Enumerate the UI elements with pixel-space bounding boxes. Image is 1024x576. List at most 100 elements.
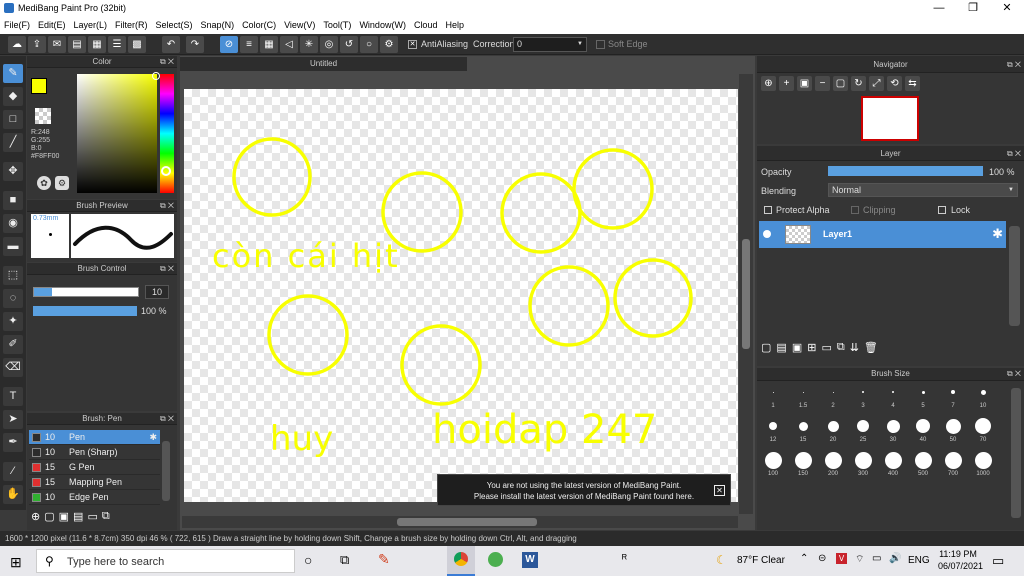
grid-icon[interactable]: ▩ (128, 36, 146, 53)
network-icon[interactable]: ⌔ (855, 553, 864, 566)
add-brush-icon[interactable]: ⊕ (31, 510, 40, 528)
brush-size-option[interactable]: 1.5 (789, 383, 817, 415)
brush-size-option[interactable]: 10 (969, 383, 997, 415)
weather-icon[interactable]: ☾ (716, 553, 727, 567)
lock-checkbox[interactable] (938, 206, 946, 214)
brush-size-option[interactable]: 200 (819, 451, 847, 483)
shape-tool-icon[interactable]: □ (3, 110, 23, 129)
document-icon[interactable]: ▦ (88, 36, 106, 53)
ime-icon[interactable]: ᴿ (622, 553, 627, 565)
brush-size-option[interactable]: 40 (909, 417, 937, 449)
correction-select[interactable]: 0 ▼ (513, 37, 587, 52)
new-8bit-layer-icon[interactable]: ▣ (792, 341, 802, 354)
new-brush-icon[interactable]: ▢ (44, 510, 54, 528)
panel-close-icon[interactable]: ⧉ ✕ (160, 413, 174, 425)
chat-icon[interactable]: ▤ (68, 36, 86, 53)
snap-curve-icon[interactable]: ↺ (340, 36, 358, 53)
menu-edit[interactable]: Edit(E) (34, 17, 70, 34)
maximize-button[interactable]: ❐ (956, 0, 990, 17)
update-notice[interactable]: You are not using the latest version of … (437, 474, 731, 506)
protect-alpha-checkbox[interactable] (764, 206, 772, 214)
brush-size-option[interactable]: 400 (879, 451, 907, 483)
brush-size-option[interactable]: 500 (909, 451, 937, 483)
weather-text[interactable]: 87°F Clear (737, 555, 785, 566)
brush-settings-icon[interactable]: ▤ (73, 510, 83, 528)
brush-size-option[interactable]: 7 (939, 383, 967, 415)
task-view-icon[interactable]: ⧉ (340, 552, 349, 568)
foreground-color-swatch[interactable] (31, 78, 47, 94)
trash-icon[interactable]: 🗑 (864, 341, 878, 354)
menu-help[interactable]: Help (441, 17, 468, 34)
snap-off-icon[interactable]: ⊘ (220, 36, 238, 53)
brush-opacity-slider[interactable] (33, 306, 137, 316)
brush-list-scrollbar[interactable] (162, 441, 170, 501)
fullscreen-icon[interactable]: ⤢ (869, 76, 884, 91)
language-indicator[interactable]: ENG (908, 555, 930, 566)
line-tool-icon[interactable]: ╱ (3, 133, 23, 152)
snap-perspective-icon[interactable]: ◁ (280, 36, 298, 53)
brush-size-option[interactable]: 5 (909, 383, 937, 415)
brush-item-pen[interactable]: 10 Pen ✱ (29, 430, 160, 445)
color-picker-icon[interactable]: ⚙ (55, 176, 69, 190)
brush-tool-icon[interactable]: ✎ (3, 64, 23, 83)
snap-parallel-icon[interactable]: ≡ (240, 36, 258, 53)
menu-window[interactable]: Window(W) (355, 17, 410, 34)
dropper-icon[interactable]: ⁄ (3, 462, 23, 481)
merge-layer-icon[interactable]: ⇊ (850, 341, 859, 354)
duplicate-layer-icon[interactable]: ⧉ (837, 341, 845, 354)
notice-close-icon[interactable]: ✕ (714, 485, 725, 496)
folder-icon[interactable]: ▭ (87, 510, 97, 528)
select-pen-icon[interactable]: ✐ (3, 335, 23, 354)
chrome-app-icon[interactable] (447, 546, 475, 576)
brush-size-scrollbar[interactable] (1011, 388, 1021, 518)
cortana-icon[interactable]: ○ (304, 552, 312, 568)
brush-size-slider[interactable] (33, 287, 139, 297)
softedge-checkbox[interactable] (596, 40, 605, 49)
tray-chevron-icon[interactable]: ⌃ (800, 553, 808, 564)
gear-icon[interactable]: ✱ (149, 430, 157, 445)
rect-fill-icon[interactable]: ■ (3, 191, 23, 210)
windows-start-icon[interactable]: ⊞ (10, 554, 22, 571)
text-tool-icon[interactable]: T (3, 387, 23, 406)
blending-select[interactable]: Normal ▼ (828, 183, 1018, 197)
brush-item-g-pen[interactable]: 15 G Pen (29, 460, 160, 475)
palette-icon[interactable]: ✿ (37, 176, 51, 190)
flip-icon[interactable]: ⇆ (905, 76, 920, 91)
copy-brush-icon[interactable]: ⧉ (102, 510, 110, 528)
add-layer-menu-icon[interactable]: ⊞ (807, 341, 816, 354)
list-icon[interactable]: ☰ (108, 36, 126, 53)
brush-size-option[interactable]: 15 (789, 417, 817, 449)
undo-icon[interactable]: ↶ (162, 36, 180, 53)
magic-wand-icon[interactable]: ✦ (3, 312, 23, 331)
panel-close-icon[interactable]: ⧉ ✕ (1007, 368, 1021, 380)
menu-view[interactable]: View(V) (280, 17, 319, 34)
duplicate-brush-icon[interactable]: ▣ (59, 510, 69, 528)
panel-close-icon[interactable]: ⧉ ✕ (160, 56, 174, 68)
menu-cloud[interactable]: Cloud (410, 17, 442, 34)
clock[interactable]: 11:19 PM 06/07/2021 (938, 549, 983, 571)
new-layer-icon[interactable]: ▢ (761, 341, 771, 354)
hand-tool-icon[interactable]: ✋ (3, 485, 23, 504)
gear-icon[interactable]: ✱ (992, 226, 1003, 242)
taskbar-search[interactable]: ⚲ Type here to search (36, 549, 295, 573)
menu-layer[interactable]: Layer(L) (70, 17, 112, 34)
fit-icon[interactable]: ▣ (797, 76, 812, 91)
hue-handle[interactable] (161, 166, 171, 176)
zoom-out-icon[interactable]: − (815, 76, 830, 91)
brush-item-mapping-pen[interactable]: 15 Mapping Pen (29, 475, 160, 490)
redo-icon[interactable]: ↷ (186, 36, 204, 53)
color-cursor[interactable] (152, 72, 160, 80)
layer-scrollbar[interactable] (1009, 226, 1020, 326)
visibility-icon[interactable] (763, 230, 771, 238)
brush-size-option[interactable]: 12 (759, 417, 787, 449)
navigator-thumbnail[interactable] (861, 96, 919, 141)
horizontal-scrollbar[interactable] (182, 516, 738, 528)
menu-tool[interactable]: Tool(T) (319, 17, 355, 34)
menu-select[interactable]: Select(S) (152, 17, 197, 34)
color-saturation-field[interactable] (77, 74, 157, 193)
medibang-app-icon[interactable]: ✎ (378, 551, 390, 568)
brush-size-option[interactable]: 700 (939, 451, 967, 483)
transparent-color-swatch[interactable] (35, 108, 51, 124)
select-rect-icon[interactable]: ⬚ (3, 266, 23, 285)
select-eraser-icon[interactable]: ⌫ (3, 358, 23, 377)
